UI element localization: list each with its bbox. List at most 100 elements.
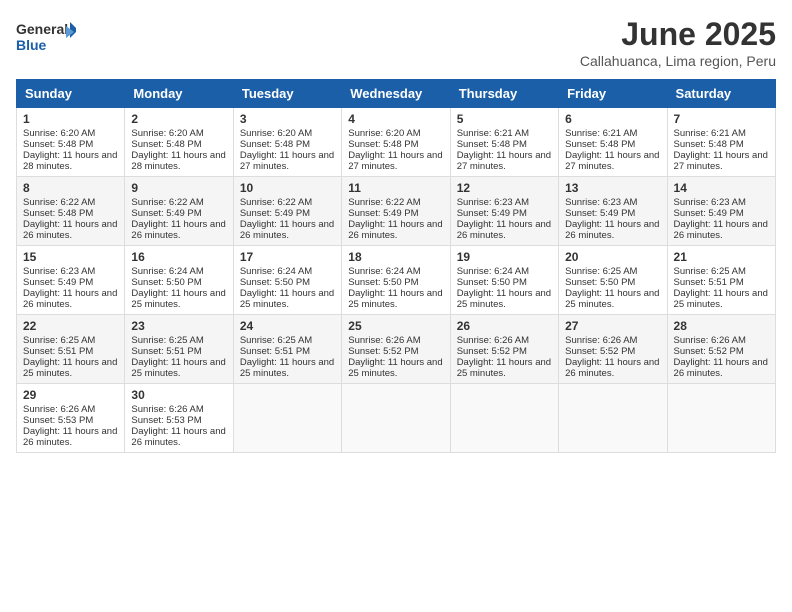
day-number: 18 (348, 250, 443, 264)
calendar-day-header: Thursday (450, 80, 558, 108)
day-info: Sunset: 5:52 PM (565, 346, 660, 357)
day-info: Sunrise: 6:20 AM (23, 128, 118, 139)
calendar-day-cell: 26Sunrise: 6:26 AMSunset: 5:52 PMDayligh… (450, 315, 558, 384)
day-number: 9 (131, 181, 226, 195)
calendar-day-header: Saturday (667, 80, 775, 108)
day-info: Sunset: 5:48 PM (565, 139, 660, 150)
day-info: Sunrise: 6:24 AM (457, 266, 552, 277)
day-info: Sunrise: 6:22 AM (131, 197, 226, 208)
day-info: Daylight: 11 hours and 26 minutes. (23, 426, 118, 448)
day-info: Sunrise: 6:23 AM (565, 197, 660, 208)
day-number: 22 (23, 319, 118, 333)
calendar-day-cell (233, 384, 341, 453)
day-info: Daylight: 11 hours and 26 minutes. (348, 219, 443, 241)
logo-svg: General Blue (16, 16, 76, 60)
day-number: 15 (23, 250, 118, 264)
day-number: 17 (240, 250, 335, 264)
day-info: Sunset: 5:49 PM (23, 277, 118, 288)
calendar-day-cell: 19 Sunrise: 6:24 AMSunset: 5:50 PMDayligh… (450, 246, 558, 315)
calendar-day-cell: 1Sunrise: 6:20 AMSunset: 5:48 PMDaylight… (17, 108, 125, 177)
day-info: Sunrise: 6:26 AM (565, 335, 660, 346)
day-info: Daylight: 11 hours and 26 minutes. (457, 219, 552, 241)
day-info: Sunset: 5:49 PM (348, 208, 443, 219)
day-info: Sunrise: 6:20 AM (131, 128, 226, 139)
day-number: 3 (240, 112, 335, 126)
calendar-day-cell: 3Sunrise: 6:20 AMSunset: 5:48 PMDaylight… (233, 108, 341, 177)
day-info: Sunset: 5:51 PM (674, 277, 769, 288)
calendar-day-cell: 21 Sunrise: 6:25 AMSunset: 5:51 PMDayligh… (667, 246, 775, 315)
title-area: June 2025 Callahuanca, Lima region, Peru (580, 16, 776, 69)
calendar-day-cell: 18Sunrise: 6:24 AMSunset: 5:50 PMDayligh… (342, 246, 450, 315)
day-info: Sunset: 5:48 PM (23, 208, 118, 219)
calendar-day-header: Monday (125, 80, 233, 108)
day-number: 11 (348, 181, 443, 195)
day-info: Sunrise: 6:24 AM (348, 266, 443, 277)
day-number: 30 (131, 388, 226, 402)
calendar-day-cell: 4Sunrise: 6:20 AMSunset: 5:48 PMDaylight… (342, 108, 450, 177)
day-number: 20 (565, 250, 660, 264)
calendar-day-cell: 12Sunrise: 6:23 AMSunset: 5:49 PMDayligh… (450, 177, 558, 246)
calendar-day-cell: 11 Sunrise: 6:22 AMSunset: 5:49 PMDayligh… (342, 177, 450, 246)
calendar-header-row: SundayMondayTuesdayWednesdayThursdayFrid… (17, 80, 776, 108)
day-number: 14 (674, 181, 769, 195)
day-info: Daylight: 11 hours and 25 minutes. (674, 288, 769, 310)
calendar-body: 1Sunrise: 6:20 AMSunset: 5:48 PMDaylight… (17, 108, 776, 453)
day-number: 28 (674, 319, 769, 333)
day-info: Sunrise: 6:21 AM (457, 128, 552, 139)
calendar-day-cell: 9Sunrise: 6:22 AMSunset: 5:49 PMDaylight… (125, 177, 233, 246)
day-info: Sunrise: 6:22 AM (348, 197, 443, 208)
day-number: 19 (457, 250, 552, 264)
calendar-day-cell: 24Sunrise: 6:25 AMSunset: 5:51 PMDayligh… (233, 315, 341, 384)
day-info: Sunset: 5:52 PM (348, 346, 443, 357)
day-info: Sunset: 5:50 PM (565, 277, 660, 288)
calendar-day-cell: 20Sunrise: 6:25 AMSunset: 5:50 PMDayligh… (559, 246, 667, 315)
day-info: Daylight: 11 hours and 25 minutes. (565, 288, 660, 310)
calendar-day-cell: 5Sunrise: 6:21 AMSunset: 5:48 PMDaylight… (450, 108, 558, 177)
day-info: Sunrise: 6:24 AM (240, 266, 335, 277)
day-info: Daylight: 11 hours and 25 minutes. (23, 357, 118, 379)
day-info: Sunrise: 6:25 AM (23, 335, 118, 346)
calendar-day-header: Friday (559, 80, 667, 108)
calendar-day-cell (559, 384, 667, 453)
day-number: 26 (457, 319, 552, 333)
day-number: 25 (348, 319, 443, 333)
day-info: Sunrise: 6:26 AM (457, 335, 552, 346)
day-number: 2 (131, 112, 226, 126)
day-info: Sunset: 5:50 PM (348, 277, 443, 288)
calendar-day-cell: 28Sunrise: 6:26 AMSunset: 5:52 PMDayligh… (667, 315, 775, 384)
day-info: Sunset: 5:52 PM (674, 346, 769, 357)
logo: General Blue (16, 16, 76, 60)
day-info: Daylight: 11 hours and 26 minutes. (674, 357, 769, 379)
calendar-day-cell (667, 384, 775, 453)
calendar-day-cell: 6Sunrise: 6:21 AMSunset: 5:48 PMDaylight… (559, 108, 667, 177)
day-info: Daylight: 11 hours and 25 minutes. (348, 357, 443, 379)
day-info: Daylight: 11 hours and 26 minutes. (23, 219, 118, 241)
day-info: Daylight: 11 hours and 26 minutes. (565, 219, 660, 241)
day-info: Daylight: 11 hours and 25 minutes. (457, 288, 552, 310)
calendar-day-cell: 30Sunrise: 6:26 AMSunset: 5:53 PMDayligh… (125, 384, 233, 453)
day-info: Sunrise: 6:23 AM (457, 197, 552, 208)
day-info: Sunrise: 6:25 AM (131, 335, 226, 346)
day-number: 24 (240, 319, 335, 333)
calendar-day-header: Wednesday (342, 80, 450, 108)
calendar-day-cell: 22Sunrise: 6:25 AMSunset: 5:51 PMDayligh… (17, 315, 125, 384)
day-info: Sunset: 5:48 PM (457, 139, 552, 150)
calendar-week-row: 15Sunrise: 6:23 AMSunset: 5:49 PMDayligh… (17, 246, 776, 315)
day-number: 21 (674, 250, 769, 264)
calendar-day-header: Sunday (17, 80, 125, 108)
day-info: Sunset: 5:49 PM (240, 208, 335, 219)
calendar-day-cell: 27Sunrise: 6:26 AMSunset: 5:52 PMDayligh… (559, 315, 667, 384)
calendar-day-cell: 13Sunrise: 6:23 AMSunset: 5:49 PMDayligh… (559, 177, 667, 246)
day-info: Sunset: 5:50 PM (457, 277, 552, 288)
day-info: Sunrise: 6:23 AM (23, 266, 118, 277)
calendar-week-row: 8Sunrise: 6:22 AMSunset: 5:48 PMDaylight… (17, 177, 776, 246)
day-info: Sunset: 5:48 PM (23, 139, 118, 150)
header: General Blue June 2025 Callahuanca, Lima… (16, 16, 776, 69)
day-info: Sunrise: 6:25 AM (674, 266, 769, 277)
day-info: Sunset: 5:51 PM (240, 346, 335, 357)
day-info: Sunset: 5:49 PM (131, 208, 226, 219)
day-info: Sunrise: 6:23 AM (674, 197, 769, 208)
day-info: Sunrise: 6:21 AM (565, 128, 660, 139)
day-info: Daylight: 11 hours and 26 minutes. (23, 288, 118, 310)
day-info: Sunset: 5:48 PM (240, 139, 335, 150)
